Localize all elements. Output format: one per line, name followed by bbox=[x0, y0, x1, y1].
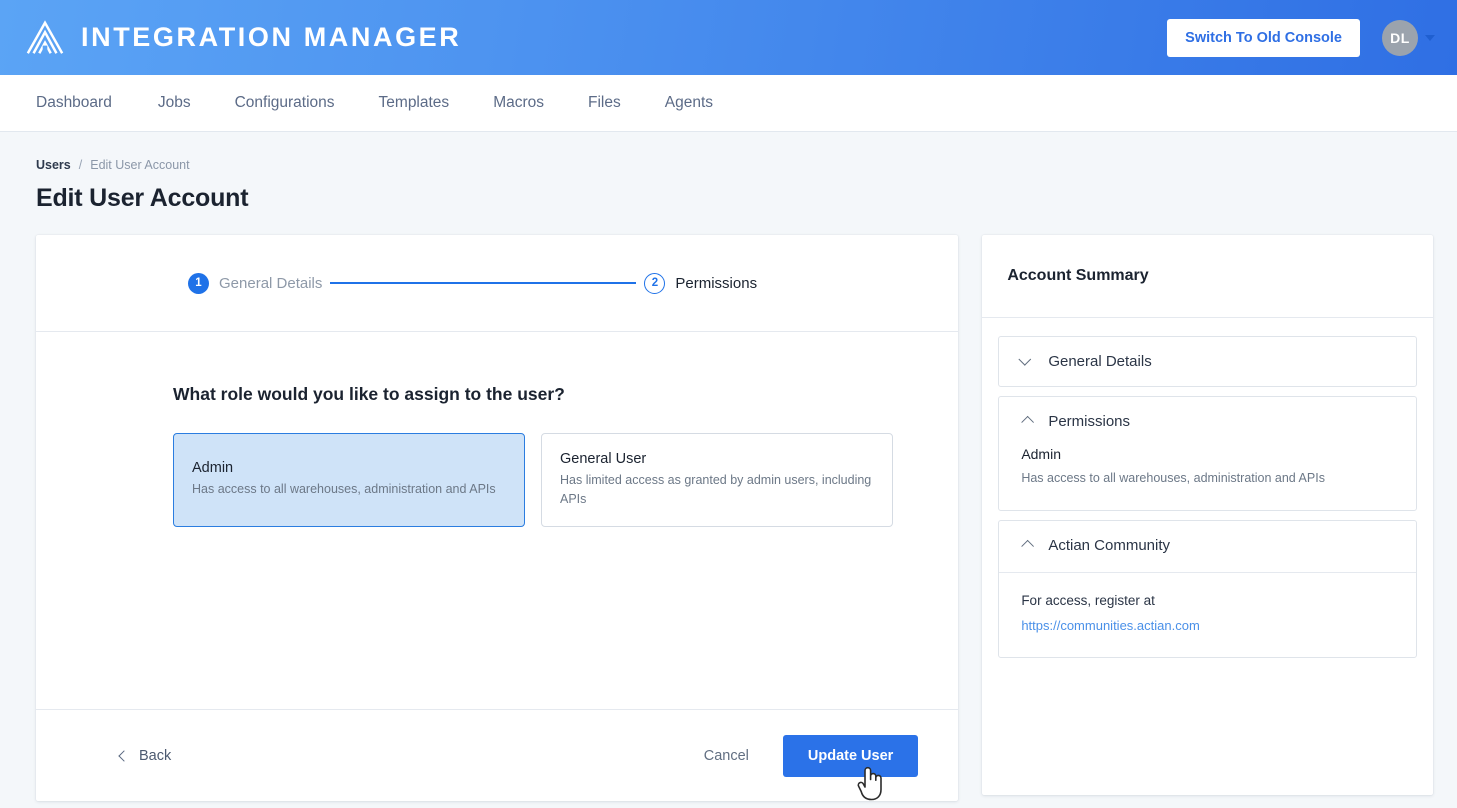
breadcrumb-users-link[interactable]: Users bbox=[36, 158, 71, 172]
page-body: Users / Edit User Account Edit User Acco… bbox=[0, 132, 1457, 804]
brand-title: INTEGRATION MANAGER bbox=[81, 22, 462, 52]
step-permissions[interactable]: 2 Permissions bbox=[644, 272, 758, 294]
nav-item-agents[interactable]: Agents bbox=[643, 75, 735, 131]
wizard-stepper: 1 General Details 2 Permissions bbox=[36, 235, 959, 332]
chevron-up-icon[interactable] bbox=[1021, 415, 1035, 429]
summary-section-general-details: General Details bbox=[998, 336, 1417, 387]
community-register-link[interactable]: https://communities.actian.com bbox=[1021, 618, 1199, 633]
update-user-button[interactable]: Update User bbox=[782, 734, 919, 777]
account-summary-body: General Details Permissions Admin Has ac… bbox=[982, 318, 1433, 683]
chevron-down-icon[interactable] bbox=[1018, 353, 1032, 366]
summary-section-actian-community: Actian Community For access, register at… bbox=[998, 519, 1417, 658]
community-register-text: For access, register at bbox=[1021, 592, 1155, 608]
summary-section-general-details-label: General Details bbox=[1048, 353, 1152, 370]
summary-section-actian-community-header[interactable]: Actian Community bbox=[999, 521, 1416, 570]
role-card-general-user[interactable]: General User Has limited access as grant… bbox=[541, 433, 893, 527]
summary-permission-role-description: Has access to all warehouses, administra… bbox=[1021, 471, 1325, 485]
avatar: DL bbox=[1382, 19, 1418, 56]
user-menu[interactable]: DL bbox=[1382, 19, 1435, 56]
chevron-left-icon bbox=[118, 749, 130, 762]
step-1-label: General Details bbox=[219, 274, 323, 292]
nav-item-jobs[interactable]: Jobs bbox=[136, 75, 213, 131]
role-card-general-user-description: Has limited access as granted by admin u… bbox=[560, 473, 872, 506]
app-header: INTEGRATION MANAGER Switch To Old Consol… bbox=[0, 0, 1457, 75]
nav-item-macros[interactable]: Macros bbox=[471, 75, 566, 131]
cancel-button[interactable]: Cancel bbox=[692, 740, 761, 772]
step-2-circle: 2 bbox=[644, 272, 666, 294]
account-summary-header: Account Summary bbox=[982, 235, 1433, 318]
back-button[interactable]: Back bbox=[118, 747, 172, 764]
role-card-admin-description: Has access to all warehouses, administra… bbox=[192, 482, 496, 497]
summary-permission-role-name: Admin bbox=[1021, 446, 1061, 462]
summary-section-actian-community-label: Actian Community bbox=[1048, 536, 1171, 554]
chevron-down-icon[interactable] bbox=[1425, 34, 1435, 41]
account-summary-title: Account Summary bbox=[1007, 267, 1149, 284]
role-question: What role would you like to assign to th… bbox=[173, 384, 565, 404]
summary-section-permissions-label: Permissions bbox=[1048, 413, 1130, 430]
wizard-footer: Back Cancel Update User bbox=[36, 709, 959, 801]
breadcrumb: Users / Edit User Account bbox=[36, 158, 1433, 172]
footer-actions: Cancel Update User bbox=[692, 734, 919, 777]
page-title: Edit User Account bbox=[36, 184, 249, 212]
summary-section-permissions-header[interactable]: Permissions bbox=[999, 397, 1416, 446]
role-card-admin-name: Admin bbox=[192, 460, 234, 477]
edit-user-wizard-card: 1 General Details 2 Permissions What rol… bbox=[36, 235, 959, 801]
header-right-group: Switch To Old Console DL bbox=[1167, 18, 1435, 57]
role-card-group: Admin Has access to all warehouses, admi… bbox=[173, 433, 958, 527]
summary-section-permissions: Permissions Admin Has access to all ware… bbox=[998, 396, 1417, 511]
wizard-body: What role would you like to assign to th… bbox=[36, 332, 958, 709]
breadcrumb-separator: / bbox=[78, 158, 83, 172]
step-general-details[interactable]: 1 General Details bbox=[188, 272, 323, 294]
actian-triangle-logo-icon bbox=[24, 17, 66, 59]
stepper-connector-line bbox=[330, 282, 637, 284]
role-card-admin[interactable]: Admin Has access to all warehouses, admi… bbox=[173, 433, 525, 527]
nav-item-dashboard[interactable]: Dashboard bbox=[36, 75, 136, 131]
content-row: 1 General Details 2 Permissions What rol… bbox=[36, 235, 1433, 801]
main-navigation: Dashboard Jobs Configurations Templates … bbox=[0, 75, 1457, 132]
breadcrumb-current: Edit User Account bbox=[90, 158, 190, 172]
switch-to-old-console-button[interactable]: Switch To Old Console bbox=[1167, 18, 1360, 57]
nav-item-configurations[interactable]: Configurations bbox=[213, 75, 357, 131]
nav-item-templates[interactable]: Templates bbox=[357, 75, 472, 131]
step-2-label: Permissions bbox=[675, 274, 758, 292]
role-card-general-user-name: General User bbox=[560, 451, 647, 467]
summary-section-general-details-header[interactable]: General Details bbox=[999, 337, 1416, 386]
summary-section-actian-community-body: For access, register at https://communit… bbox=[999, 571, 1416, 657]
brand: INTEGRATION MANAGER bbox=[24, 17, 461, 59]
account-summary-panel: Account Summary General Details Permissi… bbox=[982, 235, 1433, 795]
nav-item-files[interactable]: Files bbox=[566, 75, 643, 131]
step-1-circle: 1 bbox=[188, 272, 209, 294]
chevron-up-icon[interactable] bbox=[1021, 539, 1035, 553]
back-button-label: Back bbox=[139, 747, 172, 764]
summary-section-permissions-body: Admin Has access to all warehouses, admi… bbox=[999, 446, 1416, 510]
